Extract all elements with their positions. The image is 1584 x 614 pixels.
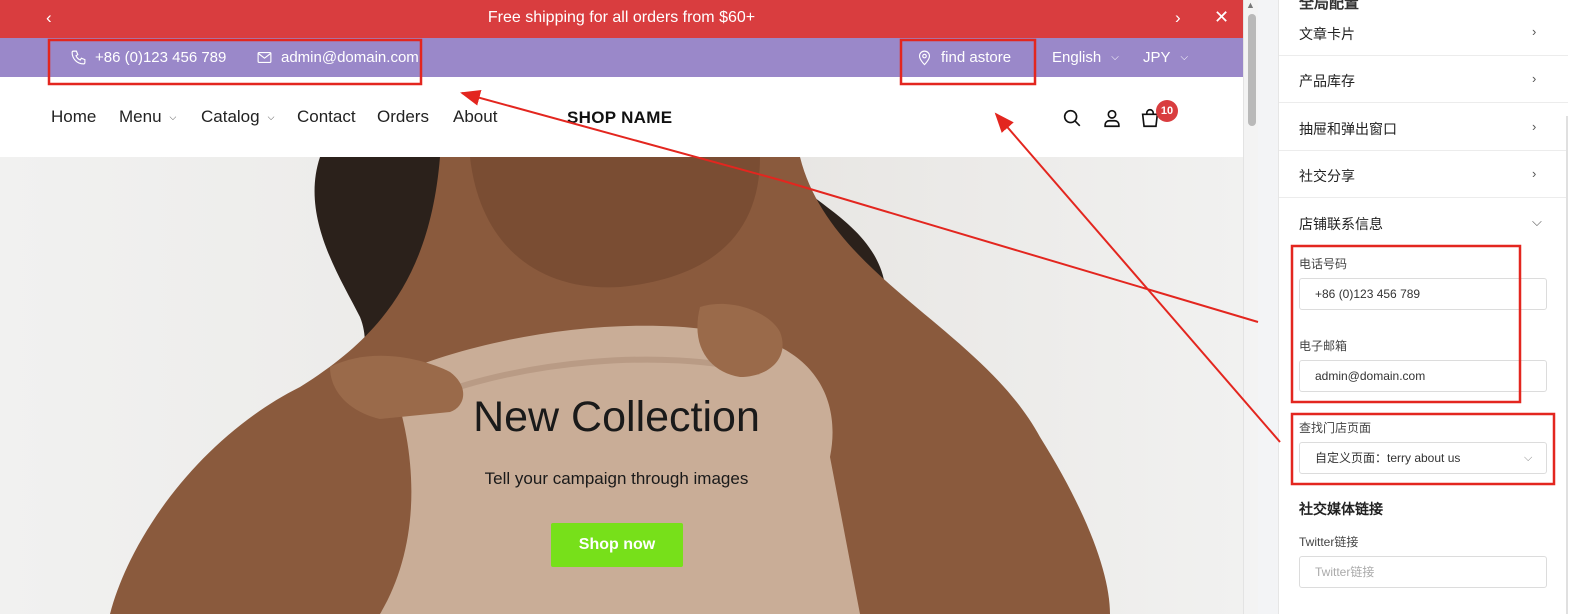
hero-banner: New Collection Tell your campaign throug…	[0, 157, 1243, 614]
topbar-phone-text: +86 (0)123 456 789	[95, 49, 227, 66]
chevron-down-icon: ⌵	[1524, 452, 1533, 464]
settings-row-label: 店铺联系信息	[1299, 216, 1383, 232]
nav-menu[interactable]: Menu ⌵	[119, 107, 176, 127]
chevron-down-icon: ⌵	[169, 111, 177, 122]
chevron-down-icon: ⌵	[1532, 214, 1542, 229]
preview-scrollbar[interactable]: ▲	[1243, 0, 1258, 614]
site-header: Home Menu ⌵ Catalog ⌵ Contact Orders Abo…	[0, 77, 1243, 157]
nav-orders[interactable]: Orders	[377, 107, 429, 127]
chevron-down-icon: ⌵	[267, 111, 275, 122]
phone-field[interactable]: +86 (0)123 456 789	[1299, 278, 1547, 310]
topbar-email-text: admin@domain.com	[281, 49, 419, 66]
announcement-close-button[interactable]: ✕	[1214, 7, 1229, 28]
topbar-email[interactable]: admin@domain.com	[256, 49, 419, 66]
location-pin-icon	[918, 50, 931, 66]
phone-field-label: 电话号码	[1299, 257, 1348, 271]
user-icon[interactable]	[1101, 107, 1123, 129]
chevron-down-icon: ⌵	[1111, 52, 1119, 63]
store-page-select[interactable]: 自定义页面：terry about us ⌵	[1299, 442, 1547, 474]
settings-row-article-card[interactable]: 文章卡片 ›	[1279, 9, 1568, 56]
shop-logo[interactable]: SHOP NAME	[567, 108, 672, 128]
social-links-heading: 社交媒体链接	[1299, 501, 1383, 517]
announcement-next-button[interactable]: ›	[1175, 8, 1181, 28]
settings-row-label: 产品库存	[1299, 73, 1355, 89]
nav-catalog-label: Catalog	[201, 107, 260, 126]
shop-now-button[interactable]: Shop now	[551, 523, 683, 567]
language-selector[interactable]: English ⌵	[1052, 49, 1119, 66]
email-field[interactable]: admin@domain.com	[1299, 360, 1547, 392]
settings-row-social-share[interactable]: 社交分享 ›	[1279, 151, 1568, 198]
panel-divider	[1258, 0, 1279, 614]
hero-subtitle: Tell your campaign through images	[484, 469, 749, 488]
language-text: English	[1052, 49, 1102, 66]
chevron-right-icon: ›	[1532, 24, 1537, 39]
phone-icon	[71, 50, 86, 65]
store-page-value: 自定义页面：terry about us	[1315, 451, 1461, 465]
mail-icon	[257, 51, 272, 64]
email-field-label: 电子邮箱	[1299, 339, 1348, 353]
topbar-phone[interactable]: +86 (0)123 456 789	[70, 49, 226, 66]
settings-row-label: 文章卡片	[1299, 26, 1355, 42]
scroll-up-icon[interactable]: ▲	[1246, 0, 1255, 10]
settings-panel: 全局配置 文章卡片 › 产品库存 › 抽屉和弹出窗口 › 社交分享 › 店铺联系…	[1279, 0, 1568, 614]
settings-row-drawers[interactable]: 抽屉和弹出窗口 ›	[1279, 104, 1568, 151]
nav-catalog[interactable]: Catalog ⌵	[201, 107, 274, 127]
hero-title: New Collection	[473, 393, 760, 441]
announcement-bar: ‹ Free shipping for all orders from $60+…	[0, 0, 1243, 38]
settings-row-store-contact[interactable]: 店铺联系信息 ⌵	[1279, 199, 1568, 246]
twitter-field-label: Twitter链接	[1299, 535, 1359, 549]
settings-row-label: 抽屉和弹出窗口	[1299, 121, 1397, 137]
chevron-right-icon: ›	[1532, 71, 1537, 86]
storefront-preview: ‹ Free shipping for all orders from $60+…	[0, 0, 1243, 614]
currency-text: JPY	[1143, 49, 1171, 66]
announcement-text: Free shipping for all orders from $60+	[487, 9, 756, 26]
nav-contact[interactable]: Contact	[297, 107, 356, 127]
settings-row-label: 社交分享	[1299, 168, 1355, 184]
cart-count-badge: 10	[1156, 100, 1178, 122]
currency-selector[interactable]: JPY ⌵	[1143, 49, 1188, 66]
settings-row-inventory[interactable]: 产品库存 ›	[1279, 56, 1568, 103]
nav-home[interactable]: Home	[51, 107, 96, 127]
chevron-right-icon: ›	[1532, 166, 1537, 181]
chevron-right-icon: ›	[1532, 119, 1537, 134]
find-store-text: find astore	[941, 49, 1012, 66]
scrollbar-thumb[interactable]	[1248, 14, 1256, 126]
top-bar: +86 (0)123 456 789 admin@domain.com find…	[0, 38, 1243, 77]
search-icon[interactable]	[1061, 107, 1083, 129]
chevron-down-icon: ⌵	[1180, 52, 1189, 63]
panel-edge	[1566, 116, 1568, 614]
store-page-label: 查找门店页面	[1299, 421, 1372, 435]
nav-about[interactable]: About	[453, 107, 497, 127]
twitter-field[interactable]: Twitter链接	[1299, 556, 1547, 588]
nav-menu-label: Menu	[119, 107, 162, 126]
find-store-link[interactable]: find astore	[916, 49, 1011, 66]
